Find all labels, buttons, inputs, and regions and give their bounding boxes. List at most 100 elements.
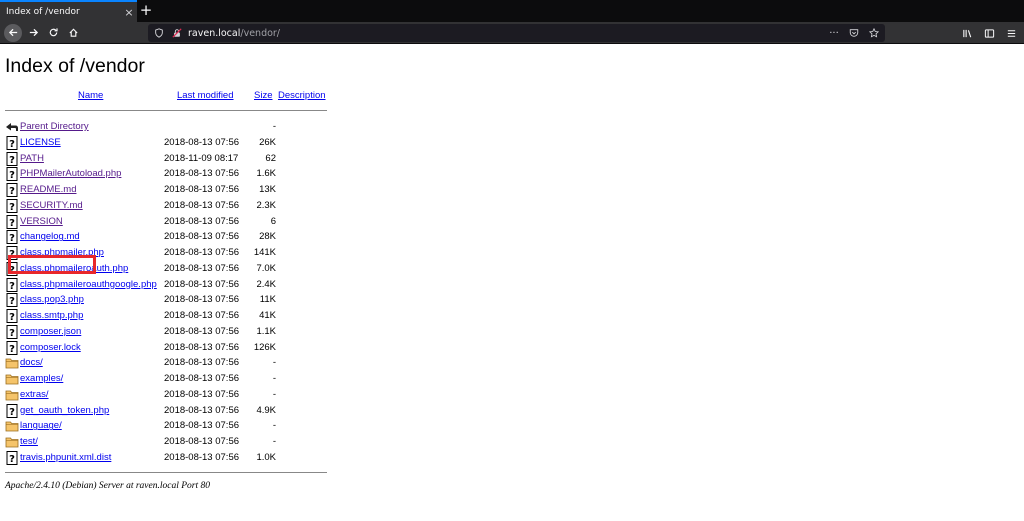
table-row: ? VERSION 2018-08-13 07:56 6 [5, 214, 329, 230]
sort-by-name-link[interactable]: Name [78, 90, 103, 101]
entry-size: 41K [259, 310, 276, 321]
table-row: language/2018-08-13 07:56 - [5, 418, 329, 434]
entry-link[interactable]: language/ [20, 420, 62, 431]
entry-size: - [272, 388, 276, 400]
entry-link[interactable]: Parent Directory [20, 121, 89, 132]
listing-rows: Parent Directory -? LICENSE 2018-08-13 07:5… [5, 119, 329, 466]
svg-text:?: ? [9, 312, 15, 323]
entry-last-modified: 2018-08-13 07:56 [164, 325, 240, 337]
sort-by-size-link[interactable]: Size [254, 90, 272, 101]
entry-link[interactable]: extras/ [20, 389, 49, 400]
navigation-toolbar: raven.local/vendor/ ··· [0, 22, 1024, 44]
entry-link[interactable]: changelog.md [20, 231, 80, 242]
page-title: Index of /vendor [5, 55, 145, 77]
svg-text:?: ? [9, 328, 15, 339]
entry-link[interactable]: composer.json [20, 326, 81, 337]
unknown-file-icon: ? [5, 198, 19, 213]
entry-last-modified: 2018-08-13 07:56 [164, 262, 240, 274]
entry-link[interactable]: class.phpmailer.php [20, 247, 104, 258]
entry-link[interactable]: README.md [20, 184, 76, 195]
entry-size: - [272, 436, 276, 447]
pocket-icon[interactable] [847, 26, 861, 40]
entry-link[interactable]: LICENSE [20, 137, 61, 148]
svg-text:?: ? [9, 186, 15, 197]
entry-link[interactable]: get_oauth_token.php [20, 405, 109, 416]
entry-link[interactable]: SECURITY.md [20, 200, 83, 211]
entry-last-modified: 2018-08-13 07:56 [164, 278, 240, 290]
entry-link[interactable]: composer.lock [20, 342, 81, 353]
close-tab-icon[interactable]: × [121, 6, 137, 19]
entry-link[interactable]: PATH [20, 153, 44, 164]
insecure-lock-icon[interactable] [170, 26, 184, 40]
unknown-file-icon: ? [5, 293, 19, 308]
sidebar-icon[interactable] [980, 24, 998, 42]
new-tab-button[interactable]: + [139, 0, 153, 20]
entry-size: 62 [265, 152, 276, 164]
entry-last-modified: 2018-08-13 07:56 [164, 168, 240, 180]
bookmark-star-icon[interactable] [867, 26, 881, 40]
home-button[interactable] [64, 24, 82, 42]
address-bar[interactable]: raven.local/vendor/ ··· [148, 24, 885, 42]
back-icon [5, 120, 19, 134]
table-row: ? PATH 2018-11-09 08:17 62 [5, 151, 329, 167]
unknown-file-icon: ? [5, 167, 19, 182]
tab-strip: Index of /vendor × + [0, 0, 1024, 22]
hamburger-menu-icon[interactable] [1002, 24, 1020, 42]
folder-icon [5, 419, 19, 433]
entry-last-modified: 2018-08-13 07:56 [164, 357, 240, 369]
back-button[interactable] [4, 23, 22, 42]
entry-size: 13K [259, 184, 276, 195]
reload-button[interactable] [44, 24, 62, 42]
unknown-file-icon: ? [5, 151, 19, 166]
entry-link[interactable]: class.pop3.php [20, 294, 84, 305]
page-actions-menu-icon[interactable]: ··· [827, 26, 841, 40]
entry-last-modified: 2018-08-13 07:56 [164, 231, 240, 243]
entry-link[interactable]: class.phpmaileroauth.php [20, 263, 128, 274]
entry-link[interactable]: travis.phpunit.xml.dist [20, 452, 111, 463]
unknown-file-icon: ? [5, 261, 19, 276]
entry-last-modified: 2018-11-09 08:17 [164, 152, 239, 164]
entry-link[interactable]: VERSION [20, 216, 63, 227]
table-row: ? class.phpmailer.php 2018-08-13 07:56 141K [5, 245, 329, 261]
table-row: ? LICENSE 2018-08-13 07:56 26K [5, 135, 329, 151]
table-row: ? composer.json 2018-08-13 07:56 1.1K [5, 324, 329, 340]
entry-link[interactable]: class.smtp.php [20, 310, 83, 321]
library-icon[interactable] [958, 24, 976, 42]
table-row: ? SECURITY.md 2018-08-13 07:56 2.3K [5, 198, 329, 214]
entry-last-modified: 2018-08-13 07:56 [164, 215, 240, 227]
sort-by-last-modified-link[interactable]: Last modified [177, 90, 234, 101]
tab-active[interactable]: Index of /vendor × [0, 0, 137, 22]
entry-size: 28K [259, 231, 276, 243]
table-row: ? get_oauth_token.php 2018-08-13 07:56 4.9K [5, 403, 329, 419]
svg-text:?: ? [9, 407, 15, 418]
entry-last-modified: 2018-08-13 07:56 [164, 388, 240, 400]
entry-link[interactable]: class.phpmaileroauthgoogle.php [20, 279, 157, 290]
entry-size: 1.1K [256, 325, 276, 337]
entry-link[interactable]: docs/ [20, 357, 43, 368]
entry-last-modified: 2018-08-13 07:56 [164, 310, 240, 321]
svg-text:?: ? [9, 249, 15, 260]
entry-size: 1.0K [256, 451, 276, 463]
folder-icon [5, 356, 19, 370]
url-path: /vendor/ [240, 27, 281, 39]
directory-listing: Name Last modified Size Description Pare… [5, 90, 329, 491]
footer-divider [5, 471, 327, 473]
forward-button[interactable] [24, 24, 42, 42]
sort-by-description-link[interactable]: Description [278, 90, 326, 101]
unknown-file-icon: ? [5, 246, 19, 260]
entry-size: 126K [253, 341, 276, 353]
svg-text:?: ? [9, 202, 15, 213]
entry-link[interactable]: examples/ [20, 373, 63, 384]
shield-icon[interactable] [152, 26, 166, 40]
unknown-file-icon: ? [5, 183, 19, 197]
entry-link[interactable]: test/ [20, 436, 38, 447]
entry-size: 6 [270, 215, 276, 227]
entry-last-modified: 2018-08-13 07:56 [164, 373, 240, 384]
entry-size: - [272, 121, 276, 132]
svg-text:?: ? [9, 454, 15, 465]
entry-link[interactable]: PHPMailerAutoload.php [20, 168, 121, 179]
unknown-file-icon: ? [5, 450, 19, 465]
folder-icon [5, 435, 19, 449]
svg-text:?: ? [9, 296, 15, 307]
entry-last-modified: 2018-08-13 07:56 [164, 451, 240, 463]
